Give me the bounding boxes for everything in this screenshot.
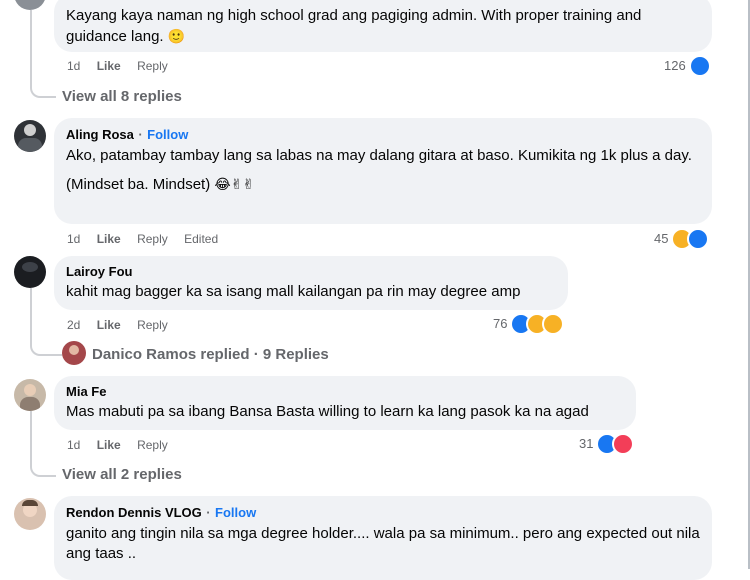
comment-actions: 1d Like Reply [67,58,181,74]
separator-dot: · [138,127,143,142]
commenter-name[interactable]: Aling Rosa [66,127,134,142]
like-button[interactable]: Like [97,438,121,452]
comment-text: Kayang kaya naman ng high school grad an… [66,7,642,45]
avatar[interactable] [14,256,46,288]
comment-time[interactable]: 1d [67,438,80,452]
comment-time[interactable]: 1d [67,232,80,246]
comment-bubble: Mia Fe Mas mabuti pa sa ibang Bansa Bast… [54,376,636,430]
like-button[interactable]: Like [97,232,121,246]
comment-time[interactable]: 2d [67,318,80,332]
view-replies-link[interactable]: View all 8 replies [62,87,182,107]
avatar[interactable] [14,379,46,411]
view-replies-link[interactable]: View all 2 replies [62,465,182,485]
reaction-count[interactable]: 45 [654,230,668,248]
reply-button[interactable]: Reply [137,59,168,73]
comment-text-line-2: (Mindset ba. Mindset) [66,176,211,193]
comment-actions: 1d Like Reply [67,437,181,453]
avatar[interactable] [14,0,46,10]
comment-bubble: Lairoy Fou kahit mag bagger ka sa isang … [54,256,568,310]
edited-label[interactable]: Edited [184,232,218,246]
comment-bubble: Aling Rosa · Follow Ako, patambay tambay… [54,118,712,224]
sad-reaction-icon [542,313,564,335]
commenter-name[interactable]: Mia Fe [66,384,624,400]
commenter-name[interactable]: Lairoy Fou [66,264,556,280]
like-button[interactable]: Like [97,59,121,73]
comment-bubble: Kayang kaya naman ng high school grad an… [54,0,712,52]
avatar[interactable] [14,498,46,530]
reply-thread-line [30,10,56,98]
comment-actions: 1d Like Reply Edited [67,231,231,247]
comment-text: ganito ang tingin nila sa mga degree hol… [66,525,700,562]
reaction-count[interactable]: 76 [493,315,507,333]
like-reaction-icon [687,228,709,250]
reply-button[interactable]: Reply [137,438,168,452]
commenter-name[interactable]: Rendon Dennis VLOG [66,505,202,520]
reply-button[interactable]: Reply [137,232,168,246]
comment-bubble: Rendon Dennis VLOG · Follow ganito ang t… [54,496,712,580]
replies-summary-link[interactable]: Danico Ramos replied · 9 Replies [92,345,329,365]
like-reaction-icon [689,55,711,77]
comment-text: Ako, patambay tambay lang sa labas na ma… [66,147,692,164]
laugh-peace-emoji: 😂✌✌ [214,176,255,192]
comment-actions: 2d Like Reply [67,317,181,333]
like-button[interactable]: Like [97,318,121,332]
comment-text: Mas mabuti pa sa ibang Bansa Basta willi… [66,403,589,420]
reaction-count[interactable]: 126 [664,57,686,75]
reaction-count[interactable]: 31 [579,435,593,453]
follow-button[interactable]: Follow [215,505,256,520]
avatar[interactable] [14,120,46,152]
heart-reaction-icon [612,433,634,455]
reply-button[interactable]: Reply [137,318,168,332]
follow-button[interactable]: Follow [147,127,188,142]
comment-text: kahit mag bagger ka sa isang mall kailan… [66,283,521,300]
reply-thread-line [30,411,56,477]
comment-time[interactable]: 1d [67,59,80,73]
separator-dot: · [206,505,211,520]
avatar[interactable] [62,341,86,365]
smile-emoji: 🙂 [167,28,186,44]
